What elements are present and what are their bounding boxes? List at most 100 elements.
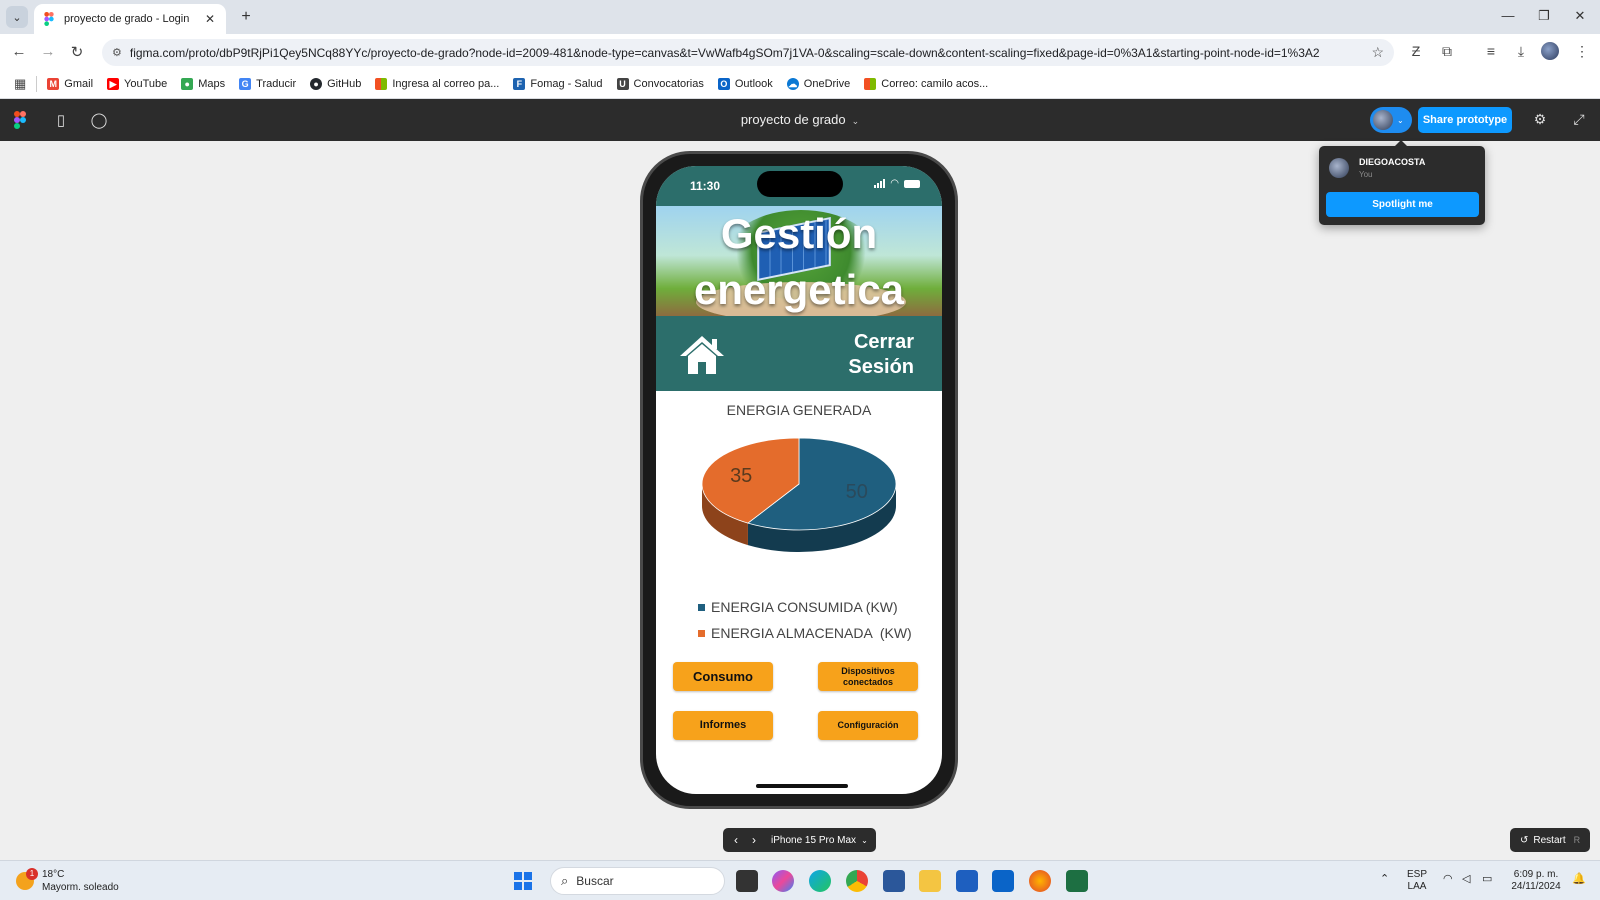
outlook-icon[interactable] (992, 870, 1014, 892)
bookmark-correo-camilo[interactable]: Correo: camilo acos... (864, 78, 988, 90)
firefox-icon[interactable] (1029, 870, 1051, 892)
profile-avatar[interactable] (1541, 42, 1559, 60)
home-icon[interactable] (678, 334, 726, 376)
store-icon[interactable] (956, 870, 978, 892)
weather-desc: Mayorm. soleado (42, 882, 119, 893)
bookmark-outlook[interactable]: O Outlook (717, 78, 773, 90)
browser-tab-strip: ⌄ proyecto de grado - Login ✕ + — ❐ ✕ (0, 0, 1600, 34)
task-view-icon[interactable] (736, 870, 758, 892)
copilot-icon[interactable] (772, 870, 794, 892)
settings-sliders-icon[interactable]: ⚙ (1531, 111, 1549, 128)
restart-button[interactable]: ↺ Restart R (1510, 828, 1590, 852)
hero-banner: Gestión energetica (656, 206, 942, 316)
bookmark-maps[interactable]: ● Maps (181, 78, 225, 90)
legend-item-0: ENERGIA CONSUMIDA (KW) (698, 594, 912, 620)
dynamic-island (757, 171, 843, 197)
reload-icon[interactable]: ↻ (68, 43, 86, 61)
browser-tab-active[interactable]: proyecto de grado - Login ✕ (34, 4, 226, 34)
site-info-icon[interactable]: ⚙ (112, 46, 122, 59)
tab-title: proyecto de grado - Login (64, 13, 190, 25)
status-time: 11:30 (690, 179, 721, 193)
share-prototype-button[interactable]: Share prototype (1418, 107, 1512, 133)
minimize-icon[interactable]: — (1498, 8, 1518, 23)
bookmark-github[interactable]: ● GitHub (310, 78, 361, 90)
multiplayer-avatar-button[interactable]: ⌄ (1370, 107, 1412, 133)
restore-icon[interactable]: ❐ (1534, 8, 1554, 24)
back-icon[interactable]: ← (10, 43, 28, 60)
previous-frame-icon[interactable]: ‹ (727, 833, 745, 847)
bookmark-onedrive[interactable]: ☁ OneDrive (786, 78, 851, 90)
language-indicator[interactable]: ESP LAA (1407, 869, 1427, 893)
outlook-icon: O (717, 78, 730, 90)
bookmark-star-icon[interactable]: ☆ (1371, 44, 1384, 61)
media-control-icon[interactable]: ≡ (1481, 43, 1501, 59)
browser-menu-icon[interactable]: ⋮ (1572, 43, 1592, 60)
bookmark-traducir[interactable]: G Traducir (239, 78, 296, 90)
tab-search-button[interactable]: ⌄ (6, 6, 28, 28)
home-indicator (756, 784, 848, 788)
bookmark-ingresa-correo[interactable]: Ingresa al correo pa... (375, 78, 499, 90)
restart-label: Restart (1533, 834, 1566, 846)
clock-date: 24/11/2024 (1511, 881, 1561, 892)
nav-band: Cerrar Sesión (656, 316, 942, 391)
logout-button[interactable]: Cerrar Sesión (794, 330, 914, 380)
extensions-puzzle-icon[interactable]: ⧉ (1437, 43, 1457, 60)
legend-label: ENERGIA ALMACENADA (KW) (711, 625, 912, 641)
notification-bell-icon[interactable]: 🔔 (1572, 873, 1586, 885)
weather-widget[interactable]: 1 18°C Mayorm. soleado (16, 868, 119, 894)
file-title-menu[interactable]: proyecto de grado ⌄ (0, 112, 1600, 127)
start-button-icon[interactable] (514, 872, 532, 890)
browser-toolbar: ← → ↻ ⚙ figma.com/proto/dbP9tRjPi1Qey5NC… (0, 34, 1600, 70)
wifi-icon[interactable]: ◠ (1443, 873, 1453, 885)
new-tab-button[interactable]: + (236, 7, 256, 27)
fullscreen-icon[interactable]: ⤢ (1570, 111, 1588, 128)
clock[interactable]: 6:09 p. m. 24/11/2024 (1506, 869, 1566, 893)
configuracion-button[interactable]: Configuración (818, 711, 918, 740)
forward-icon[interactable]: → (39, 43, 57, 60)
bookmark-label: Gmail (64, 78, 94, 90)
volume-icon[interactable]: ◁ (1462, 873, 1470, 885)
bookmark-fomag[interactable]: F Fomag - Salud (513, 78, 603, 90)
chrome-icon[interactable] (846, 870, 868, 892)
bookmark-gmail[interactable]: M Gmail (47, 78, 93, 90)
download-icon[interactable]: ⤓ (1511, 43, 1531, 60)
tray-overflow-icon[interactable]: ⌃ (1380, 873, 1389, 885)
taskbar-search[interactable]: ⌕ Buscar (550, 867, 725, 895)
bookmark-label: Outlook (734, 78, 773, 90)
tab-close-icon[interactable]: ✕ (202, 12, 218, 26)
bookmark-convocatorias[interactable]: U Convocatorias (616, 78, 704, 90)
informes-button[interactable]: Informes (673, 711, 773, 740)
avatar (1329, 158, 1349, 178)
chart-title: ENERGIA GENERADA (726, 402, 872, 418)
next-frame-icon[interactable]: › (745, 833, 763, 847)
file-title: proyecto de grado (740, 112, 846, 127)
excel-icon[interactable] (1066, 870, 1088, 892)
word-icon[interactable] (883, 870, 905, 892)
pie-data-label-0: 50 (846, 481, 868, 503)
battery-icon[interactable]: ▭ (1482, 873, 1492, 885)
wifi-icon: ◠ (890, 178, 899, 189)
window-close-icon[interactable]: ✕ (1570, 8, 1590, 24)
battery-icon (904, 179, 920, 188)
dispositivos-conectados-button[interactable]: Dispositivos conectados (818, 662, 918, 691)
bookmark-label: OneDrive (803, 78, 851, 90)
bookmark-label: Maps (198, 78, 226, 90)
youtube-icon: ▶ (107, 78, 120, 90)
edge-icon[interactable] (809, 870, 831, 892)
device-selector[interactable]: iPhone 15 Pro Max (771, 835, 856, 846)
bookmarks-separator (36, 76, 38, 92)
extension-z-icon[interactable]: Ƶ (1406, 43, 1426, 59)
file-explorer-icon[interactable] (919, 870, 941, 892)
spotlight-popover: DIEGOACOSTA You Spotlight me (1319, 140, 1485, 225)
spotlight-me-button[interactable]: Spotlight me (1326, 192, 1479, 217)
convocatorias-icon: U (616, 78, 629, 90)
bookmark-label: YouTube (124, 78, 168, 90)
legend-label: ENERGIA CONSUMIDA (KW) (711, 599, 898, 615)
bookmark-youtube[interactable]: ▶ YouTube (107, 78, 167, 90)
figma-prototype-toolbar: ▯ ◯ proyecto de grado ⌄ ⌄ Share prototype… (0, 99, 1600, 141)
apps-grid-icon[interactable]: ▦ (14, 76, 26, 92)
pie-chart: 50 35 (701, 437, 897, 552)
consumo-button[interactable]: Consumo (673, 662, 773, 691)
address-bar[interactable]: ⚙ figma.com/proto/dbP9tRjPi1Qey5NCq88YYc… (102, 39, 1394, 66)
gmail-icon: M (47, 78, 60, 90)
